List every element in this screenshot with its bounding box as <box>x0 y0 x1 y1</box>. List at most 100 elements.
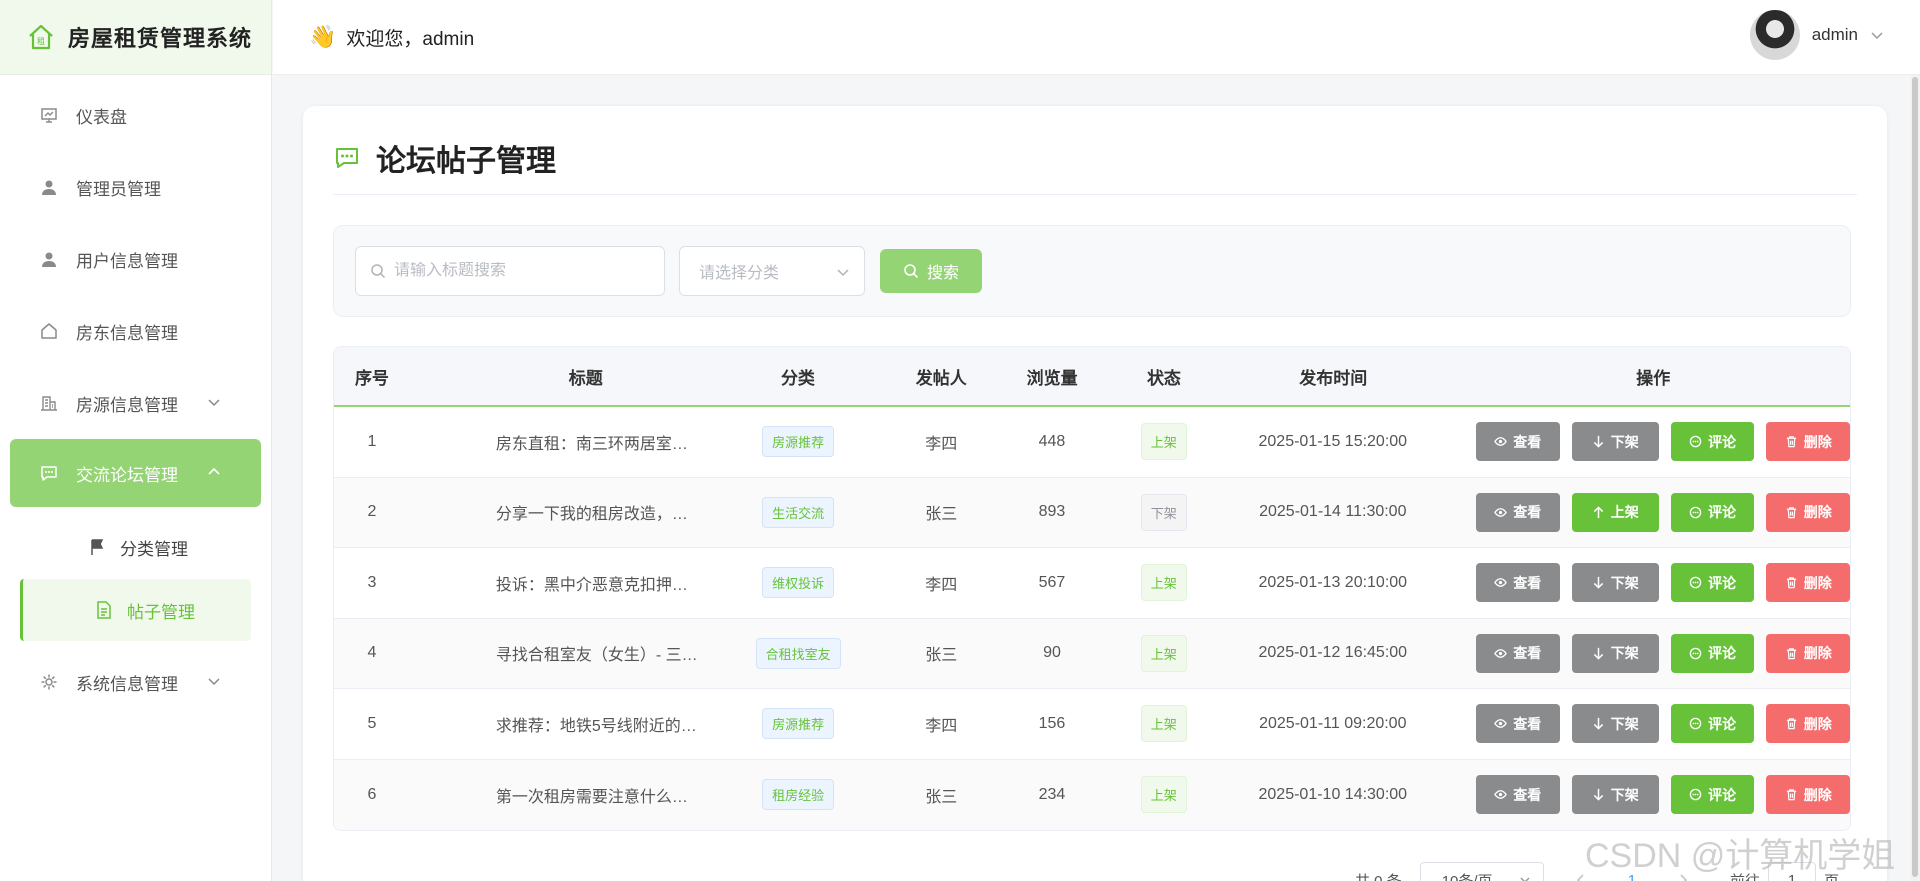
content-card: 论坛帖子管理 请选择分类 搜索 序号 标题 分类 发帖人 浏览量 状态 发布时间… <box>303 106 1887 881</box>
table-row[interactable]: 2 分享一下我的租房改造，花小钱办大事 生活交流 张三 893 下架 2025-01-14 … <box>334 477 1850 548</box>
user-icon <box>40 178 58 196</box>
page-header: 论坛帖子管理 <box>334 136 556 180</box>
sidebar-item-users[interactable]: 用户信息管理 <box>0 223 271 295</box>
cell-title[interactable]: 投诉：黑中介恶意克扣押金！大家注意避坑 <box>410 548 700 618</box>
delete-button[interactable]: 删除 <box>1766 775 1850 815</box>
sidebar-subitem-categories[interactable]: 分类管理 <box>0 515 271 579</box>
unpublish-button[interactable]: 下架 <box>1571 704 1659 744</box>
table-row[interactable]: 5 求推荐：地铁5号线附近的一居室 房源推荐 李四 156 上架 2025-01-11 09… <box>334 689 1850 760</box>
unpublish-button[interactable]: 下架 <box>1571 563 1659 603</box>
delete-button[interactable]: 删除 <box>1766 704 1850 744</box>
unpublish-button[interactable]: 下架 <box>1571 422 1659 462</box>
publish-button[interactable]: 上架 <box>1571 492 1659 532</box>
eye-icon <box>1494 507 1508 517</box>
trash-icon <box>1786 718 1796 730</box>
table-row[interactable]: 1 房东直租：南三环两居室，随时看房，价格可谈 房源推荐 李四 448 上架 2025-01… <box>334 407 1850 478</box>
status-badge: 上架 <box>1140 705 1187 743</box>
arrow-down-icon <box>1593 577 1603 589</box>
table-row[interactable]: 4 寻找合租室友（女生）- 三室一厅次卧 合租找室友 张三 90 上架 2025-01-12… <box>334 618 1850 689</box>
post-title[interactable]: 分享一下我的租房改造，花小钱办大事 <box>496 500 700 524</box>
comment-button[interactable]: 评论 <box>1670 704 1755 744</box>
user-icon <box>40 250 58 268</box>
cell-title[interactable]: 寻找合租室友（女生）- 三室一厅次卧 <box>410 619 700 689</box>
cell-status: 上架 <box>1118 619 1210 689</box>
cell-index: 3 <box>367 573 377 591</box>
delete-button[interactable]: 删除 <box>1766 492 1850 532</box>
chevron-down-icon <box>1871 32 1883 40</box>
column-header[interactable]: 浏览量 <box>986 347 1118 405</box>
delete-button[interactable]: 删除 <box>1766 563 1850 603</box>
search-icon <box>371 264 386 279</box>
search-input-wrapper[interactable] <box>355 246 665 296</box>
category-tag: 合租找室友 <box>755 637 841 669</box>
scrollbar-thumb[interactable] <box>1912 77 1918 877</box>
view-button[interactable]: 查看 <box>1476 492 1560 532</box>
comment-button[interactable]: 评论 <box>1670 563 1755 603</box>
table-row[interactable]: 3 投诉：黑中介恶意克扣押金！大家注意避坑 维权投诉 李四 567 上架 2025-01-1… <box>334 548 1850 619</box>
post-title[interactable]: 第一次租房需要注意什么？新手必看攻略 <box>496 783 700 807</box>
view-button[interactable]: 查看 <box>1476 563 1560 603</box>
category-select-placeholder: 请选择分类 <box>699 265 780 282</box>
eye-icon <box>1494 578 1508 588</box>
logo[interactable]: 租 房屋租赁管理系统 <box>0 0 271 75</box>
arrow-down-icon <box>1593 718 1603 730</box>
eye-icon <box>1494 790 1508 800</box>
trash-icon <box>1786 648 1796 659</box>
view-button[interactable]: 查看 <box>1476 704 1560 744</box>
sidebar-item-landlords[interactable]: 房东信息管理 <box>0 295 271 367</box>
status-badge: 下架 <box>1140 493 1187 531</box>
column-header[interactable]: 序号 <box>334 347 410 405</box>
delete-button[interactable]: 删除 <box>1766 422 1850 462</box>
post-title[interactable]: 寻找合租室友（女生）- 三室一厅次卧 <box>496 641 700 665</box>
sidebar-subitem-posts[interactable]: 帖子管理 <box>20 579 251 641</box>
cell-time: 2025-01-11 09:20:00 <box>1259 714 1407 732</box>
sidebar-item-label: 交流论坛管理 <box>76 465 178 485</box>
cell-title[interactable]: 求推荐：地铁5号线附近的一居室 <box>410 689 700 759</box>
view-button[interactable]: 查看 <box>1476 775 1560 815</box>
sidebar-item-label: 仪表盘 <box>76 107 127 127</box>
sidebar-item-dashboard[interactable]: 仪表盘 <box>0 79 271 151</box>
sidebar-item-admin[interactable]: 管理员管理 <box>0 151 271 223</box>
house-logo-icon: 租 <box>29 24 53 50</box>
delete-button-label: 删除 <box>1803 504 1832 521</box>
search-panel: 请选择分类 搜索 <box>333 225 1851 317</box>
table-row[interactable]: 6 第一次租房需要注意什么？新手必看攻略 租房经验 张三 234 上架 2025-01-10… <box>334 759 1850 831</box>
comment-button[interactable]: 评论 <box>1670 422 1755 462</box>
cell-title[interactable]: 分享一下我的租房改造，花小钱办大事 <box>410 478 700 548</box>
comment-button-label: 评论 <box>1708 574 1737 591</box>
comment-button[interactable]: 评论 <box>1670 775 1755 815</box>
column-header[interactable]: 分类 <box>700 347 897 405</box>
post-title[interactable]: 求推荐：地铁5号线附近的一居室 <box>496 712 700 736</box>
column-header[interactable]: 标题 <box>410 347 700 405</box>
page-size-select[interactable]: 10条/页 <box>1419 862 1544 881</box>
unpublish-button[interactable]: 下架 <box>1571 633 1659 673</box>
sidebar-item-system[interactable]: 系统信息管理 <box>0 646 271 718</box>
column-header[interactable]: 发帖人 <box>896 347 986 405</box>
search-button[interactable]: 搜索 <box>880 249 982 293</box>
sidebar-item-listings[interactable]: 房源信息管理 <box>0 367 271 439</box>
avatar[interactable] <box>1749 10 1800 60</box>
cell-time: 2025-01-14 11:30:00 <box>1259 503 1407 521</box>
unpublish-button[interactable]: 下架 <box>1571 775 1659 815</box>
post-title[interactable]: 房东直租：南三环两居室，随时看房，价格可谈 <box>496 430 700 454</box>
cell-actions: 查看 下架 评论 删除 <box>1456 689 1850 759</box>
column-header[interactable]: 发布时间 <box>1210 347 1457 405</box>
comment-button[interactable]: 评论 <box>1670 633 1755 673</box>
delete-button[interactable]: 删除 <box>1766 633 1850 673</box>
vertical-scrollbar[interactable] <box>1910 75 1920 881</box>
column-header[interactable]: 操作 <box>1457 347 1850 405</box>
cell-title[interactable]: 第一次租房需要注意什么？新手必看攻略 <box>410 760 700 831</box>
chevron-down-icon <box>208 399 220 407</box>
category-select[interactable]: 请选择分类 <box>679 246 865 296</box>
comment-button[interactable]: 评论 <box>1670 492 1755 532</box>
page-size-value: 10条/页 <box>1441 872 1493 881</box>
view-button[interactable]: 查看 <box>1476 422 1560 462</box>
sidebar-item-forum[interactable]: 交流论坛管理 <box>10 439 261 507</box>
view-button[interactable]: 查看 <box>1476 633 1560 673</box>
cell-title[interactable]: 房东直租：南三环两居室，随时看房，价格可谈 <box>410 407 700 477</box>
post-title[interactable]: 投诉：黑中介恶意克扣押金！大家注意避坑 <box>496 571 700 595</box>
column-header[interactable]: 状态 <box>1118 347 1210 405</box>
search-input[interactable] <box>394 262 644 280</box>
user-menu[interactable]: admin <box>1749 10 1884 60</box>
toggle-button-label: 下架 <box>1610 786 1639 803</box>
